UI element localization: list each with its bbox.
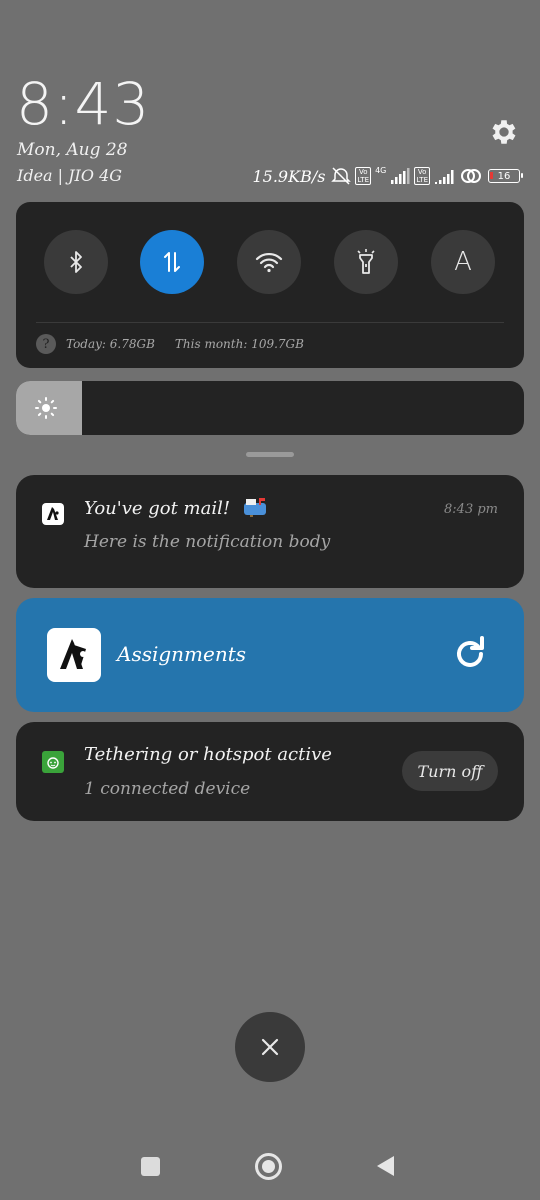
clock: 8:43 [16, 70, 151, 138]
alarm-off-icon [331, 167, 352, 185]
hotspot-icon [461, 169, 481, 183]
notification-mail[interactable]: You've got mail! 8:43 pm Here is the not… [16, 475, 524, 588]
drag-handle[interactable] [246, 452, 294, 457]
help-icon[interactable]: ? [36, 334, 56, 354]
brightness-slider[interactable] [16, 381, 524, 435]
notification-time: 8:43 pm [444, 502, 498, 517]
bluetooth-toggle[interactable] [44, 230, 108, 294]
clear-all-button[interactable] [235, 1012, 305, 1082]
notification-hotspot[interactable]: Tethering or hotspot active 1 connected … [16, 722, 524, 821]
assignments-app-icon [47, 628, 101, 682]
data-usage: ? Today: 6.78GB This month: 109.7GB [36, 334, 304, 354]
home-button[interactable] [255, 1153, 282, 1180]
notification-title: Assignments [117, 642, 247, 666]
auto-brightness-toggle[interactable]: A [431, 230, 495, 294]
signal-icon [391, 168, 410, 184]
mailbox-icon [243, 498, 266, 517]
notification-title: Tethering or hotspot active [84, 744, 332, 765]
quick-settings-panel: A ? Today: 6.78GB This month: 109.7GB [16, 202, 524, 368]
usage-today: Today: 6.78GB [66, 337, 155, 351]
battery-level: 16 [497, 170, 511, 182]
network-type: 4G [375, 166, 387, 175]
battery-icon: 16 [488, 169, 523, 183]
notification-body: 1 connected device [84, 779, 251, 799]
volte-icon: Vo LTE [355, 167, 372, 185]
flashlight-toggle[interactable] [334, 230, 398, 294]
letter-a-icon: A [454, 247, 472, 277]
mobile-data-toggle[interactable] [140, 230, 204, 294]
signal-icon-2 [435, 170, 454, 184]
wifi-toggle[interactable] [237, 230, 301, 294]
usage-month: This month: 109.7GB [174, 337, 304, 351]
android-icon [42, 751, 64, 773]
app-logo-icon [47, 507, 59, 520]
turn-off-button[interactable]: Turn off [402, 751, 498, 791]
recents-button[interactable] [141, 1157, 160, 1176]
refresh-icon[interactable] [452, 636, 488, 672]
notification-body: Here is the notification body [84, 532, 331, 552]
navigation-bar [0, 1140, 540, 1192]
app-logo-icon [60, 639, 86, 669]
volte-icon-2: Vo LTE [414, 167, 430, 185]
close-icon [261, 1038, 279, 1056]
carrier-name: Idea | JIO 4G [17, 166, 123, 185]
bluetooth-icon [70, 251, 82, 273]
network-speed: 15.9KB/s [252, 166, 326, 186]
status-bar: 15.9KB/s Vo LTE 4G Vo LTE 16 [252, 164, 523, 188]
wifi-icon [255, 252, 283, 273]
gear-icon[interactable] [488, 116, 520, 148]
notification-title-text: You've got mail! [84, 498, 231, 519]
sun-icon [35, 397, 57, 419]
notification-assignments[interactable]: Assignments [16, 598, 524, 712]
back-button[interactable] [374, 1154, 396, 1178]
app-icon [42, 503, 64, 525]
notification-title: You've got mail! [84, 497, 268, 519]
divider [36, 322, 504, 323]
data-transfer-icon [164, 252, 180, 272]
flashlight-icon [357, 249, 375, 274]
date: Mon, Aug 28 [17, 140, 128, 160]
